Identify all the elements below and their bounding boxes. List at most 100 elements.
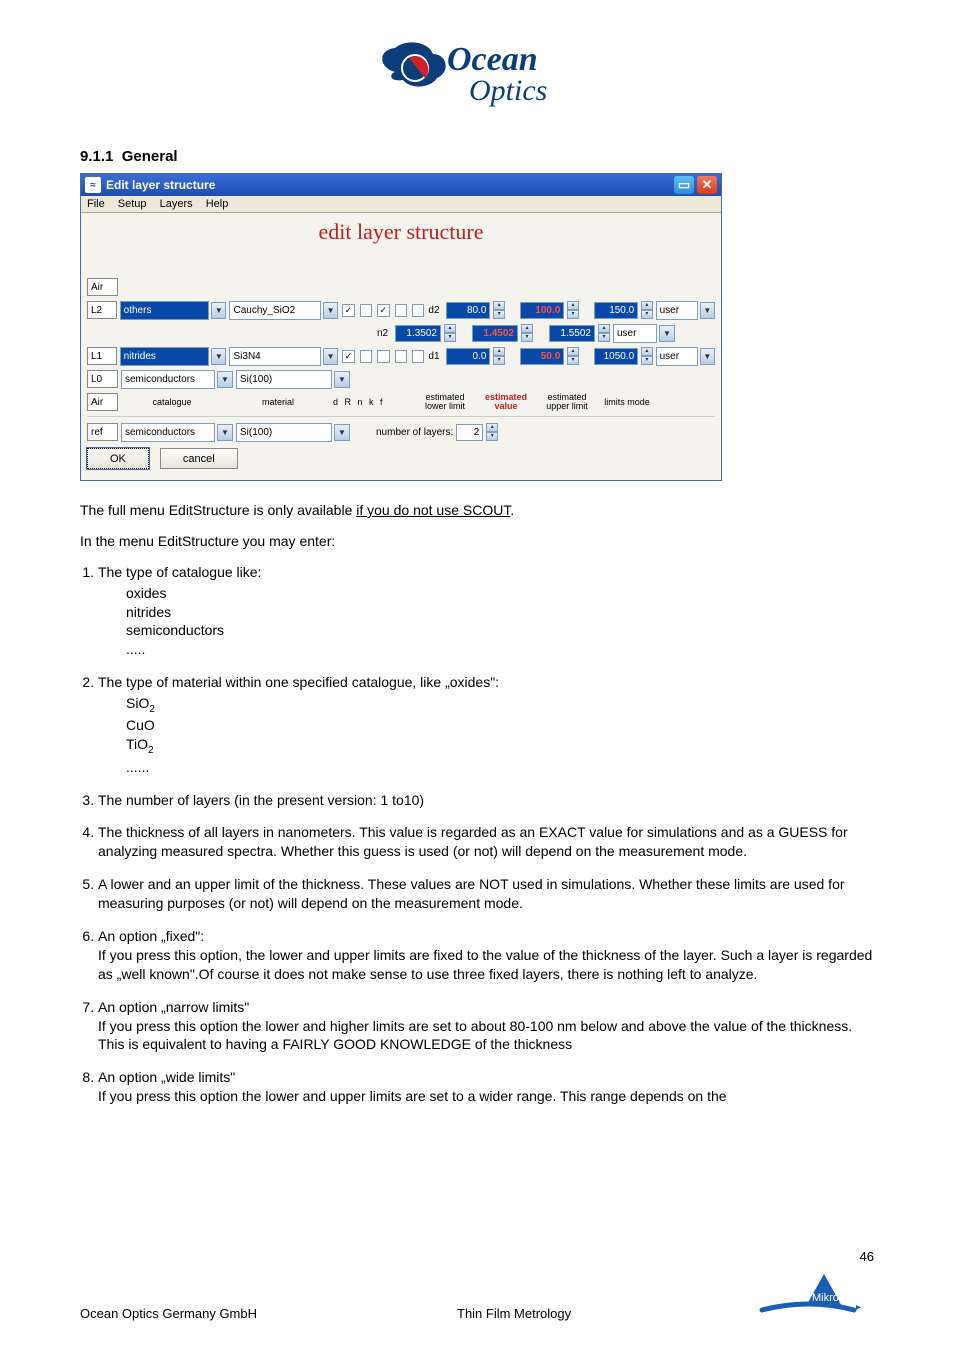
spinner[interactable]: ▴▾ bbox=[521, 324, 533, 342]
flag-n-checkbox[interactable]: ✓ bbox=[377, 304, 389, 317]
layer-panel: Air L2 others▼ Cauchy_SiO2▼ ✓ ✓ d2 80.0 … bbox=[81, 273, 721, 480]
brand-logo: Ocean Optics bbox=[80, 30, 874, 123]
paragraph: The full menu EditStructure is only avai… bbox=[80, 501, 874, 520]
flag-f-checkbox[interactable] bbox=[412, 304, 424, 317]
menu-file[interactable]: File bbox=[87, 198, 105, 210]
layer-row-L0: L0 semiconductors▼ Si(100)▼ bbox=[87, 369, 715, 389]
list-item: A lower and an upper limit of the thickn… bbox=[98, 875, 874, 913]
upper-limit-input[interactable]: 1050.0 bbox=[594, 348, 638, 365]
close-button[interactable]: ✕ bbox=[697, 176, 717, 194]
maximize-button[interactable]: ▭ bbox=[674, 176, 694, 194]
layer-label: L2 bbox=[87, 301, 117, 319]
svg-text:▸: ▸ bbox=[856, 1302, 861, 1313]
col-header: limits mode bbox=[599, 397, 655, 407]
material-select[interactable]: Si(100) bbox=[236, 423, 332, 442]
menu-setup[interactable]: Setup bbox=[118, 198, 147, 210]
dropdown-arrow-icon[interactable]: ▼ bbox=[700, 302, 715, 319]
page-number: 46 bbox=[80, 1249, 874, 1264]
dropdown-arrow-icon[interactable]: ▼ bbox=[323, 348, 338, 365]
list-item: The type of catalogue like: oxides nitri… bbox=[98, 563, 874, 659]
lower-limit-input[interactable]: 80.0 bbox=[446, 302, 490, 319]
col-header: catalogue bbox=[121, 397, 223, 407]
list-item: The type of material within one specifie… bbox=[98, 673, 874, 776]
list-item: An option „wide limits" If you press thi… bbox=[98, 1068, 874, 1106]
upper-limit-input[interactable]: 1.5502 bbox=[549, 325, 595, 342]
window-subtitle: edit layer structure bbox=[81, 213, 721, 273]
document-page: { "logo": { "brand_line1": "Ocean", "bra… bbox=[0, 0, 954, 1351]
dropdown-arrow-icon[interactable]: ▼ bbox=[334, 371, 350, 388]
spinner[interactable]: ▴▾ bbox=[598, 324, 610, 342]
dropdown-arrow-icon[interactable]: ▼ bbox=[217, 371, 233, 388]
catalogue-select[interactable]: others bbox=[120, 301, 210, 320]
spinner[interactable]: ▴▾ bbox=[567, 301, 578, 319]
menu-bar: File Setup Layers Help bbox=[81, 196, 721, 213]
dropdown-arrow-icon[interactable]: ▼ bbox=[659, 325, 675, 342]
footer-title: Thin Film Metrology bbox=[377, 1306, 754, 1321]
upper-limit-input[interactable]: 150.0 bbox=[594, 302, 638, 319]
col-header: d R n k f bbox=[333, 397, 413, 407]
flag-f-checkbox[interactable] bbox=[412, 350, 424, 363]
layer-label: L1 bbox=[87, 347, 117, 365]
value-input[interactable]: 100.0 bbox=[520, 302, 564, 319]
layer-row-L2-n2: n2 1.3502 ▴▾ 1.4502 ▴▾ 1.5502 ▴▾ user▼ bbox=[87, 323, 715, 343]
layer-label: L0 bbox=[87, 370, 118, 388]
flag-k-checkbox[interactable] bbox=[395, 304, 407, 317]
col-header: material bbox=[226, 397, 330, 407]
spinner[interactable]: ▴▾ bbox=[493, 301, 504, 319]
flag-R-checkbox[interactable] bbox=[360, 304, 372, 317]
limits-mode-select[interactable]: user bbox=[613, 324, 657, 343]
col-header: estimated lower limit bbox=[416, 393, 474, 411]
menu-layers[interactable]: Layers bbox=[160, 198, 193, 210]
flag-d-checkbox[interactable]: ✓ bbox=[342, 350, 354, 363]
dropdown-arrow-icon[interactable]: ▼ bbox=[211, 348, 226, 365]
dropdown-arrow-icon[interactable]: ▼ bbox=[323, 302, 338, 319]
num-layers-label: number of layers: bbox=[376, 427, 453, 438]
limits-mode-select[interactable]: user bbox=[656, 347, 698, 366]
catalogue-select[interactable]: semiconductors bbox=[121, 370, 215, 389]
param-label: n2 bbox=[377, 328, 392, 339]
catalogue-select[interactable]: semiconductors bbox=[121, 423, 215, 442]
flag-k-checkbox[interactable] bbox=[395, 350, 407, 363]
lower-limit-input[interactable]: 0.0 bbox=[446, 348, 490, 365]
spinner[interactable]: ▴▾ bbox=[486, 423, 498, 441]
spinner[interactable]: ▴▾ bbox=[493, 347, 504, 365]
lower-limit-input[interactable]: 1.3502 bbox=[395, 325, 441, 342]
dropdown-arrow-icon[interactable]: ▼ bbox=[334, 424, 350, 441]
flag-R-checkbox[interactable] bbox=[360, 350, 372, 363]
dropdown-arrow-icon[interactable]: ▼ bbox=[217, 424, 233, 441]
window-title: Edit layer structure bbox=[106, 178, 215, 192]
spinner[interactable]: ▴▾ bbox=[641, 347, 652, 365]
list-item: The number of layers (in the present ver… bbox=[98, 791, 874, 810]
cancel-button[interactable]: cancel bbox=[160, 448, 238, 469]
param-label: d1 bbox=[428, 351, 443, 362]
value-input[interactable]: 50.0 bbox=[520, 348, 564, 365]
numbered-list: The type of catalogue like: oxides nitri… bbox=[80, 563, 874, 1106]
window-titlebar[interactable]: ≈ Edit layer structure ▭ ✕ bbox=[81, 174, 721, 196]
spinner[interactable]: ▴▾ bbox=[641, 301, 652, 319]
dropdown-arrow-icon[interactable]: ▼ bbox=[700, 348, 715, 365]
menu-help[interactable]: Help bbox=[206, 198, 229, 210]
page-footer: 46 Ocean Optics Germany GmbH Thin Film M… bbox=[80, 1249, 874, 1321]
flag-d-checkbox[interactable]: ✓ bbox=[342, 304, 354, 317]
flag-n-checkbox[interactable] bbox=[377, 350, 389, 363]
material-select[interactable]: Si(100) bbox=[236, 370, 332, 389]
limits-mode-select[interactable]: user bbox=[656, 301, 698, 320]
layer-air-top: Air bbox=[87, 278, 118, 296]
num-layers-input[interactable]: 2 bbox=[456, 424, 483, 441]
value-input[interactable]: 1.4502 bbox=[472, 325, 518, 342]
section-heading: 9.1.1 General bbox=[80, 148, 874, 165]
material-select[interactable]: Si3N4 bbox=[229, 347, 320, 366]
svg-text:Optics: Optics bbox=[469, 74, 547, 107]
param-label: d2 bbox=[428, 305, 443, 316]
catalogue-select[interactable]: nitrides bbox=[120, 347, 210, 366]
dropdown-arrow-icon[interactable]: ▼ bbox=[211, 302, 226, 319]
spinner[interactable]: ▴▾ bbox=[444, 324, 456, 342]
mikropack-logo: Mikropack ▸ bbox=[754, 1268, 874, 1321]
layer-row-L2: L2 others▼ Cauchy_SiO2▼ ✓ ✓ d2 80.0 ▴▾ 1… bbox=[87, 300, 715, 320]
ref-label: ref bbox=[87, 423, 118, 441]
paragraph: In the menu EditStructure you may enter: bbox=[80, 532, 874, 551]
layer-air-bottom: Air bbox=[87, 393, 118, 411]
ok-button[interactable]: OK bbox=[87, 448, 149, 469]
material-select[interactable]: Cauchy_SiO2 bbox=[229, 301, 320, 320]
spinner[interactable]: ▴▾ bbox=[567, 347, 578, 365]
